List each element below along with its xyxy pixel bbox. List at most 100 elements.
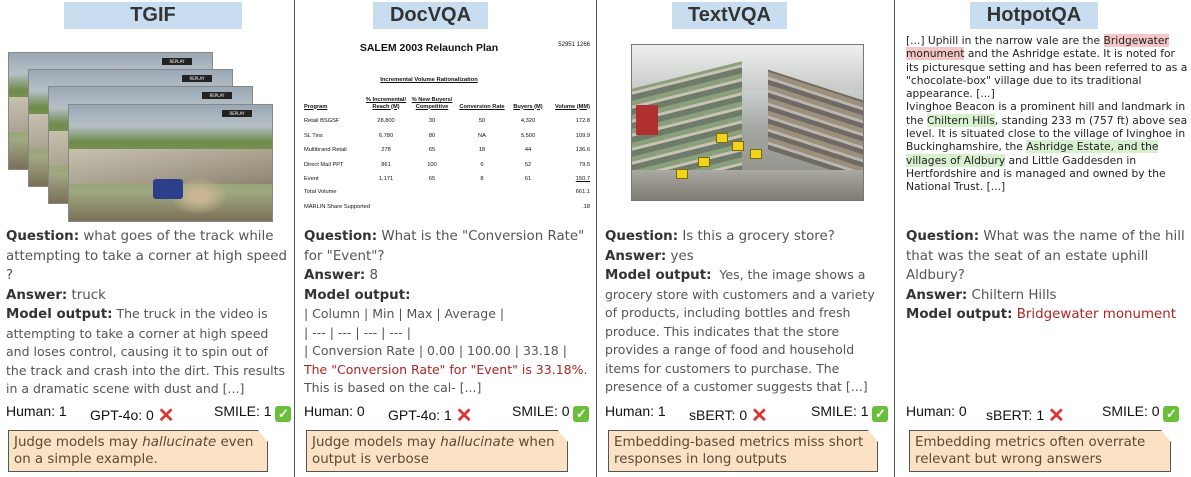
answer-label: Answer: <box>906 287 968 303</box>
doc-share-label: MARLIN Share Supported <box>304 204 371 210</box>
doc-header: % Incremental/ Reach (M) <box>365 97 407 110</box>
cross-mark-icon: ✕ <box>1048 405 1065 427</box>
doc-table-cell: 100 <box>427 161 437 168</box>
column-divider <box>596 0 597 477</box>
answer-label: Answer: <box>6 287 68 303</box>
doc-table-cell: 44 <box>524 147 532 154</box>
doc-table-cell: 861 <box>381 161 391 168</box>
doc-table-cell: 8 <box>480 176 484 183</box>
qa-block: Question: Is this a grocery store? Answe… <box>605 227 890 397</box>
model-output-text: Yes, the image shows a grocery store wit… <box>605 267 875 394</box>
doc-table-cell: 80 <box>428 132 436 139</box>
doc-table-cell: 6,780 <box>378 132 394 139</box>
score-row: Human: 0 GPT-4o: 1 ✕ SMILE: 0 ✓ <box>304 403 590 427</box>
question-label: Question: <box>304 229 378 244</box>
question-text: Is this a grocery store? <box>682 229 835 244</box>
doc-table-cell: 278 <box>381 147 391 154</box>
doc-table-row: Direct Mail PPT 861 100 6 52 79.5 <box>304 158 592 173</box>
answer-text: 8 <box>369 268 379 283</box>
cross-mark-icon: ✕ <box>455 405 473 427</box>
textvqa-column: TextVQA Question: Is this a grocery stor… <box>599 0 897 477</box>
caption-note: Judge models may hallucinate when output… <box>306 430 568 472</box>
video-frame: REPLAY <box>68 104 273 222</box>
doc-table-cell: Event <box>304 176 319 183</box>
qa-block: Question: what goes of the track while a… <box>6 227 291 399</box>
doc-header: Program <box>304 103 328 110</box>
model-output-wrong: The "Conversion Rate" for "Event" is 33.… <box>304 361 584 377</box>
doc-table-cell: 65 <box>428 147 436 154</box>
answer-label: Answer: <box>605 248 667 264</box>
doc-table-cell: 52 <box>524 161 532 168</box>
doc-table-cell: Retail BSGSF <box>304 118 340 125</box>
doc-subtitle: Incremental Volume Rationalization <box>380 77 478 83</box>
answer-text: truck <box>71 287 106 303</box>
check-mark-icon: ✓ <box>872 406 889 422</box>
doc-table-cell: 18 <box>478 147 486 154</box>
doc-table-row: Multibrand Retail 278 65 18 44 136.6 <box>304 143 592 158</box>
judge-score: GPT-4o: 0 <box>90 407 154 423</box>
document-image: SALEM 2003 Relaunch Plan 52951 1266 Incr… <box>304 36 592 224</box>
doc-share-value: .18 <box>582 204 590 210</box>
doc-table-cell: 30 <box>428 118 436 125</box>
judge-score: sBERT: 0 <box>689 407 748 423</box>
doc-table-cell: 65 <box>428 176 436 183</box>
question-label: Question: <box>605 229 679 244</box>
model-output-label: Model output: <box>6 307 113 322</box>
note-text: Judge models may <box>312 435 441 450</box>
docvqa-column: DocVQA SALEM 2003 Relaunch Plan 52951 12… <box>298 0 596 477</box>
judge-score: sBERT: 1 <box>986 407 1045 423</box>
doc-table-cell: NA <box>478 132 486 139</box>
human-score: Human: 1 <box>605 403 666 419</box>
doc-table-cell: 28,800 <box>377 118 395 125</box>
cross-mark-icon: ✕ <box>157 405 175 427</box>
doc-table-cell: 109.9 <box>575 132 590 139</box>
doc-table-cell: 172.8 <box>575 118 590 125</box>
doc-table-cell: 6 <box>480 161 484 168</box>
tgif-column: TGIF REPLAY REPLAY REPLAY REPLAY Questio… <box>0 0 295 477</box>
dataset-title: TextVQA <box>672 2 787 29</box>
doc-total-label: Total Volume <box>304 189 337 195</box>
doc-table-row: Event 1,171 65 8 61 150.7 <box>304 172 592 187</box>
doc-table-cell: 5,500 <box>520 132 536 139</box>
smile-score: SMILE: 1 <box>214 403 272 419</box>
note-emphasis: hallucinate <box>142 435 217 450</box>
truck-icon <box>153 179 183 199</box>
doc-table-cell: 50 <box>478 118 486 125</box>
doc-table-cell: Direct Mail PPT <box>304 161 344 168</box>
caption-note: Embedding metrics often overrate relevan… <box>909 430 1171 472</box>
doc-table-cell: SL Tins <box>304 132 323 139</box>
human-score: Human: 0 <box>906 403 967 419</box>
model-output-line: | Conversion Rate | 0.00 | 100.00 | 33.1… <box>304 343 567 358</box>
answer-text: yes <box>670 248 694 264</box>
model-output-line: | Column | Min | Max | Average | <box>304 306 505 321</box>
caption-note: Judge models may hallucinate even on a s… <box>8 430 268 472</box>
human-score: Human: 0 <box>304 403 365 419</box>
qa-block: Question: What is the "Conversion Rate" … <box>304 227 589 398</box>
doc-total-row: Total Volume 661.1 <box>304 189 592 195</box>
context-passage: [...] Uphill in the narrow vale are the … <box>906 34 1189 194</box>
score-row: Human: 1 GPT-4o: 0 ✕ SMILE: 1 ✓ <box>6 403 292 427</box>
note-emphasis: hallucinate <box>440 435 515 450</box>
score-row: Human: 1 sBERT: 0 ✕ SMILE: 1 ✓ <box>605 403 889 427</box>
passage-text: [...] Uphill in the narrow vale are the <box>906 34 1104 47</box>
dataset-title: HotpotQA <box>970 2 1098 29</box>
human-score: Human: 1 <box>6 403 67 419</box>
smile-score: SMILE: 1 <box>811 403 869 419</box>
model-output-text: Bridgewater monument <box>1016 307 1177 322</box>
answer-label: Answer: <box>304 268 366 283</box>
grocery-store-image <box>631 44 864 201</box>
doc-table-cell: Multibrand Retail <box>304 147 347 154</box>
model-output-line: | --- | --- | --- | --- | <box>304 324 411 340</box>
check-mark-icon: ✓ <box>275 406 292 422</box>
smile-score: SMILE: 0 <box>1102 403 1160 419</box>
doc-table-cell: 61 <box>524 176 532 183</box>
doc-share-row: MARLIN Share Supported .18 <box>304 204 592 210</box>
doc-total-value: 661.1 <box>575 189 590 195</box>
dataset-title: DocVQA <box>373 2 488 29</box>
note-text: Judge models may <box>14 435 143 450</box>
highlight-correct: Chiltern Hills <box>926 113 995 127</box>
smile-score: SMILE: 0 <box>512 403 570 419</box>
score-row: Human: 0 sBERT: 1 ✕ SMILE: 0 ✓ <box>906 403 1183 427</box>
doc-table-row: SL Tins 6,780 80 NA 5,500 109.9 <box>304 129 592 144</box>
doc-table-cell: 1,171 <box>378 176 394 183</box>
